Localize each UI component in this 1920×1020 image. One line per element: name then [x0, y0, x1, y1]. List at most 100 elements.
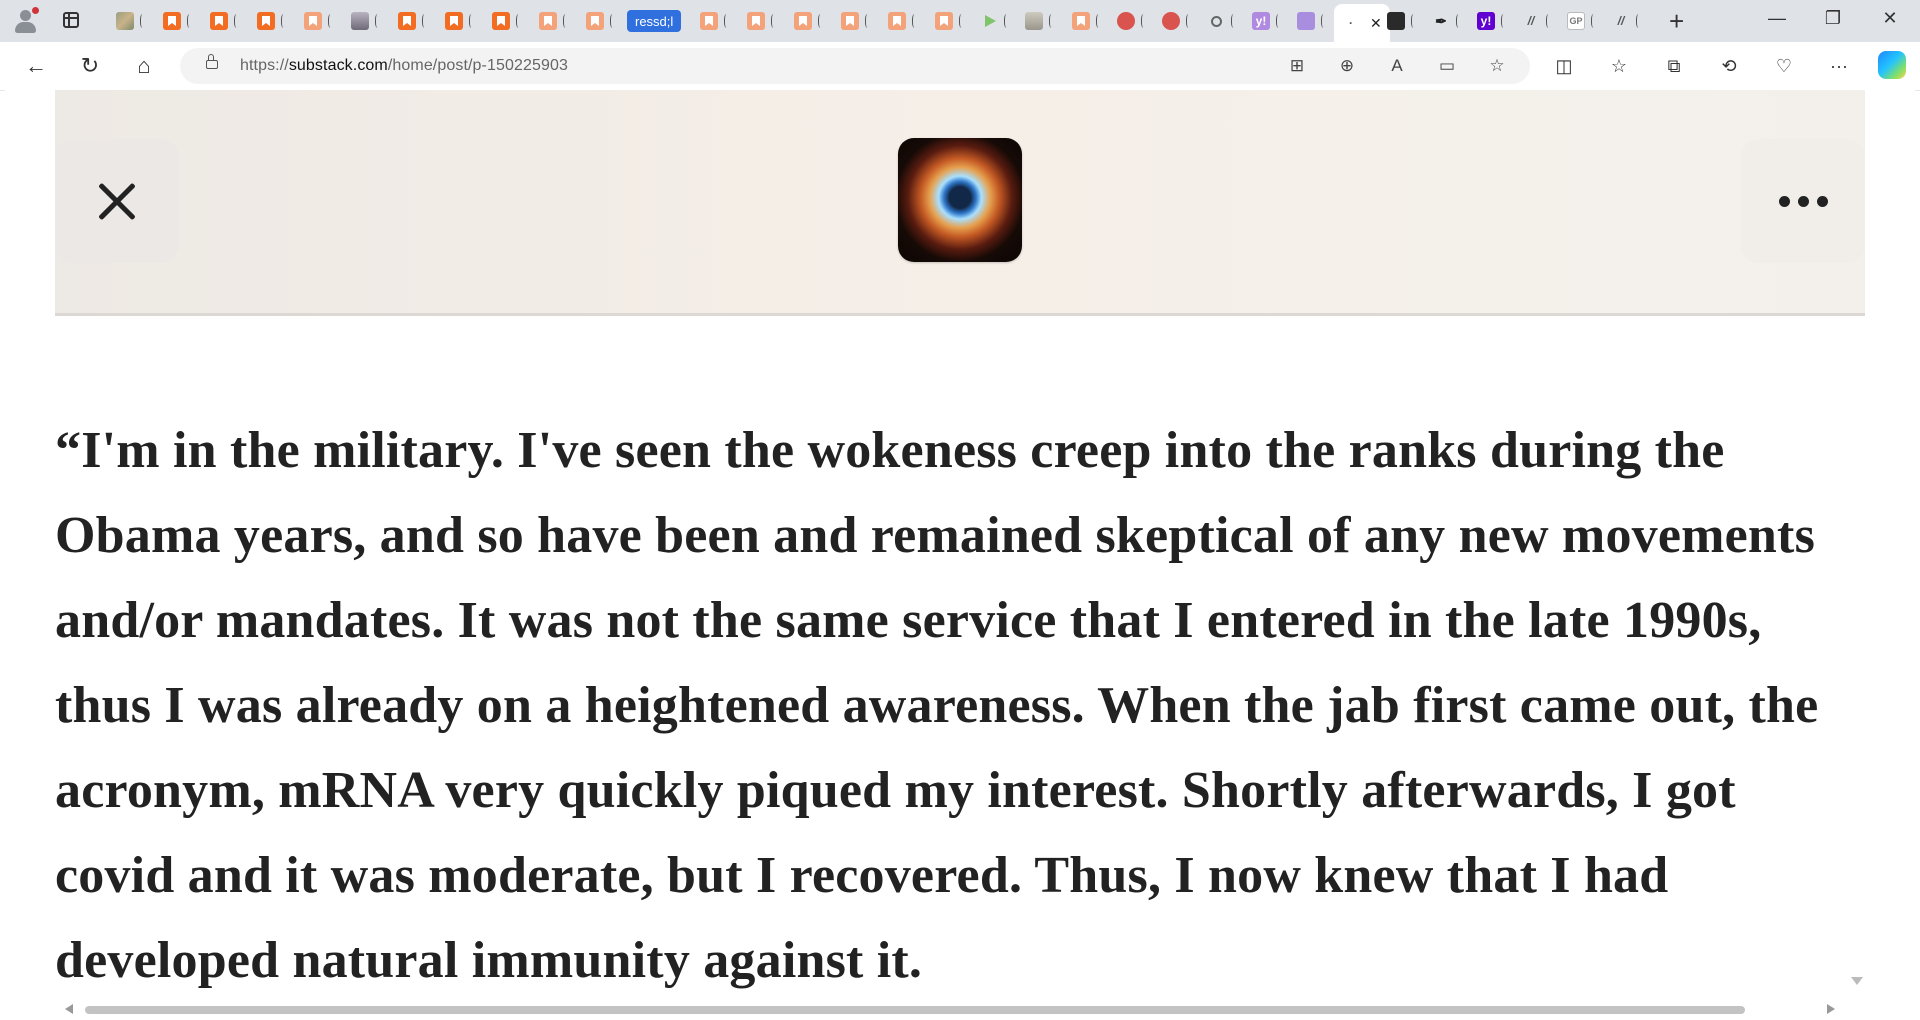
tab[interactable]	[398, 7, 428, 35]
url-path: /home/post/p-150225903	[387, 57, 568, 74]
copilot-icon[interactable]	[1878, 51, 1906, 79]
tab[interactable]: ✒	[1432, 7, 1462, 35]
tab-label: ressd;l	[635, 13, 674, 29]
history-icon[interactable]: ⟲	[1716, 53, 1742, 79]
scroll-down-arrow-icon[interactable]	[1851, 977, 1863, 985]
substack-favicon-icon	[935, 12, 953, 30]
tab[interactable]	[257, 7, 287, 35]
substack-favicon-icon	[888, 12, 906, 30]
podcast-favicon-icon	[1162, 12, 1180, 30]
substack-favicon-icon	[445, 12, 463, 30]
browser-essentials-icon[interactable]: ♡	[1771, 53, 1797, 79]
home-button[interactable]: ⌂	[130, 52, 158, 80]
url-prefix: https://	[240, 57, 289, 74]
tab[interactable]	[539, 7, 569, 35]
substack-favicon-icon	[257, 12, 275, 30]
more-options-button[interactable]	[1741, 139, 1865, 263]
tab[interactable]: y!	[1477, 7, 1507, 35]
substack-favicon-icon	[700, 12, 718, 30]
collections-icon[interactable]: ⧉	[1661, 53, 1687, 79]
tab[interactable]	[1072, 7, 1102, 35]
page-viewport: “I'm in the military. I've seen the woke…	[5, 90, 1915, 1015]
more-menu-icon[interactable]: ···	[1826, 53, 1852, 79]
search-favicon-icon	[1207, 12, 1225, 30]
tab-active[interactable]: · ✕	[1334, 4, 1390, 42]
url-text[interactable]: https://substack.com/home/post/p-1502259…	[240, 57, 568, 75]
play-favicon-icon	[980, 12, 998, 30]
restore-button[interactable]: ❐	[1821, 8, 1845, 29]
minimize-button[interactable]: —	[1765, 8, 1789, 29]
zoom-icon[interactable]: ⊕	[1336, 56, 1358, 76]
publication-logo[interactable]	[898, 138, 1022, 262]
address-bar[interactable]: https://substack.com/home/post/p-1502259…	[180, 48, 1530, 84]
read-aloud-icon[interactable]: A	[1386, 56, 1408, 76]
tab[interactable]	[700, 7, 730, 35]
tab-actions-icon[interactable]	[63, 12, 79, 28]
lock-icon[interactable]	[206, 54, 218, 69]
yahoo-favicon-icon: y!	[1477, 12, 1495, 30]
tab[interactable]	[888, 7, 918, 35]
tab[interactable]	[980, 7, 1010, 35]
tab[interactable]: //	[1522, 7, 1552, 35]
loading-favicon-icon: ·	[1349, 16, 1353, 30]
scrollbar-thumb[interactable]	[85, 1006, 1745, 1014]
tab[interactable]	[1117, 7, 1147, 35]
close-post-button[interactable]	[55, 139, 179, 263]
close-window-button[interactable]: ✕	[1878, 8, 1902, 29]
tab[interactable]: GP	[1567, 7, 1597, 35]
apps-icon[interactable]: ⊞	[1286, 56, 1308, 76]
tab[interactable]	[351, 7, 381, 35]
landscape-favicon-icon	[116, 12, 134, 30]
split-screen-icon[interactable]: ◫	[1551, 53, 1577, 79]
tab[interactable]	[1297, 7, 1327, 35]
tab[interactable]	[163, 7, 193, 35]
substack-favicon-icon	[747, 12, 765, 30]
tab[interactable]	[747, 7, 777, 35]
scroll-left-arrow-icon[interactable]	[65, 1004, 73, 1014]
url-domain: substack.com	[288, 57, 388, 74]
tab[interactable]	[794, 7, 824, 35]
tab[interactable]	[304, 7, 334, 35]
tab-highlighted[interactable]: ressd;l	[627, 10, 682, 32]
gp-favicon-icon: GP	[1567, 12, 1585, 30]
horizontal-scrollbar[interactable]	[5, 1000, 1915, 1016]
slash-favicon-icon: //	[1527, 14, 1535, 28]
slash-favicon-icon: //	[1617, 14, 1625, 28]
tab[interactable]	[210, 7, 240, 35]
tab[interactable]	[116, 7, 146, 35]
substack-favicon-icon	[163, 12, 181, 30]
favorite-star-icon[interactable]: ☆	[1486, 56, 1508, 76]
tab[interactable]	[586, 7, 616, 35]
substack-favicon-icon	[492, 12, 510, 30]
dark-favicon-icon	[1387, 12, 1405, 30]
substack-favicon-icon	[210, 12, 228, 30]
substack-favicon-icon	[304, 12, 322, 30]
tab[interactable]	[1207, 7, 1237, 35]
refresh-button[interactable]: ↻	[76, 52, 104, 80]
yahoo-favicon-icon: y!	[1252, 12, 1270, 30]
tab[interactable]	[1025, 7, 1055, 35]
tab[interactable]	[841, 7, 871, 35]
tab[interactable]	[1162, 7, 1192, 35]
tab[interactable]	[935, 7, 965, 35]
close-tab-icon[interactable]: ✕	[1370, 15, 1382, 32]
post-quote: “I'm in the military. I've seen the woke…	[55, 422, 1819, 989]
tab[interactable]: y!	[1252, 7, 1282, 35]
substack-favicon-icon	[841, 12, 859, 30]
immersive-reader-icon[interactable]: ▭	[1436, 56, 1458, 76]
tab[interactable]: //	[1612, 7, 1642, 35]
back-button[interactable]: ←	[22, 52, 50, 80]
person-favicon-icon	[351, 12, 369, 30]
profile-avatar-icon[interactable]	[12, 7, 39, 34]
scroll-right-arrow-icon[interactable]	[1827, 1004, 1835, 1014]
substack-favicon-icon	[398, 12, 416, 30]
tab[interactable]	[492, 7, 522, 35]
dot-icon	[1797, 195, 1809, 207]
new-tab-button[interactable]: +	[1669, 6, 1684, 37]
tab[interactable]	[1387, 7, 1417, 35]
browser-toolbar: ← ↻ ⌂ https://substack.com/home/post/p-1…	[0, 42, 1920, 91]
favorites-icon[interactable]: ☆	[1606, 53, 1632, 79]
podcast-favicon-icon	[1117, 12, 1135, 30]
pen-favicon-icon: ✒	[1435, 12, 1447, 29]
tab[interactable]	[445, 7, 475, 35]
